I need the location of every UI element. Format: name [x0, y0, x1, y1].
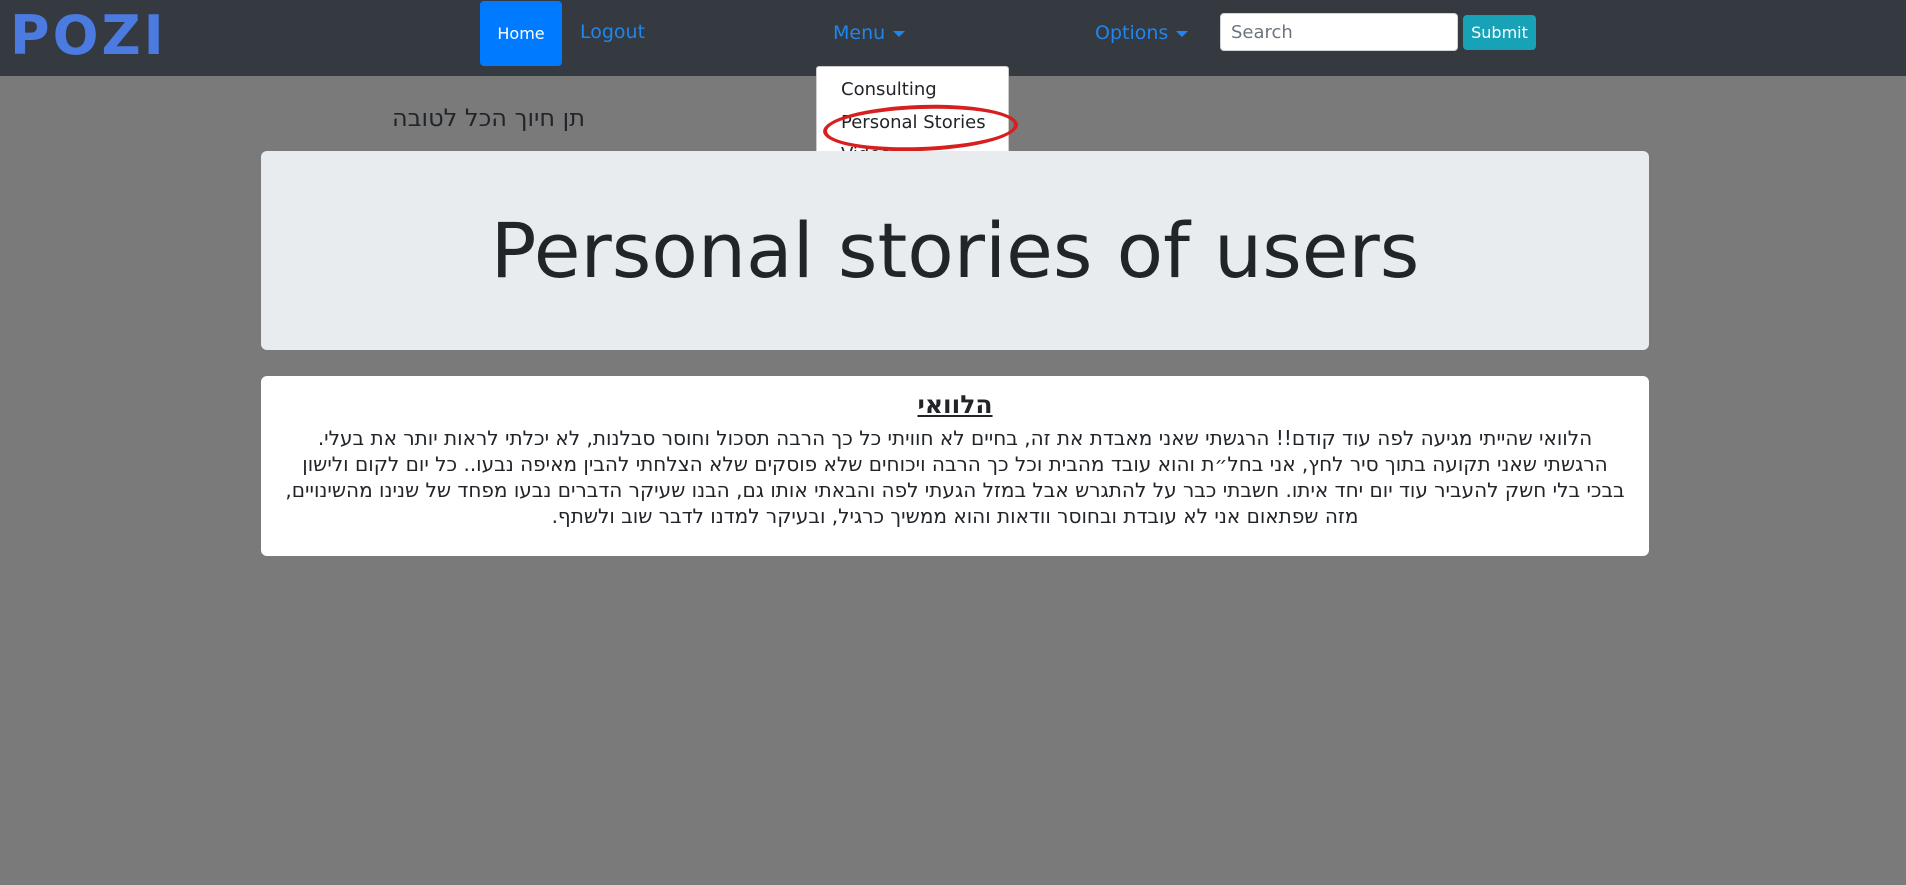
chevron-down-icon — [893, 30, 906, 37]
story-card: הלוואי הלוואי שהייתי מגיעה לפה עוד קודם!… — [261, 376, 1649, 556]
submit-button[interactable]: Submit — [1463, 15, 1536, 50]
top-navbar: POZI Home Logout Menu Options Submit — [0, 0, 1906, 76]
page-title: Personal stories of users — [490, 206, 1420, 295]
menu-dropdown-toggle[interactable]: Menu — [833, 22, 906, 44]
page-slogan: תן חיוך הכל לטובה — [392, 104, 585, 132]
options-dropdown-toggle[interactable]: Options — [1095, 22, 1189, 44]
menu-item-personal-stories[interactable]: Personal Stories — [841, 112, 986, 133]
home-button[interactable]: Home — [480, 1, 562, 66]
pozi-logo[interactable]: POZI — [10, 6, 167, 66]
story-title: הלוואי — [917, 390, 993, 419]
options-label: Options — [1095, 22, 1169, 44]
logout-link[interactable]: Logout — [580, 21, 645, 43]
menu-label: Menu — [833, 22, 886, 44]
jumbotron: Personal stories of users — [261, 151, 1649, 350]
chevron-down-icon — [1176, 30, 1189, 37]
story-body: הלוואי שהייתי מגיעה לפה עוד קודם!! הרגשת… — [285, 426, 1625, 528]
search-input[interactable] — [1220, 13, 1458, 51]
menu-item-consulting[interactable]: Consulting — [841, 79, 937, 100]
